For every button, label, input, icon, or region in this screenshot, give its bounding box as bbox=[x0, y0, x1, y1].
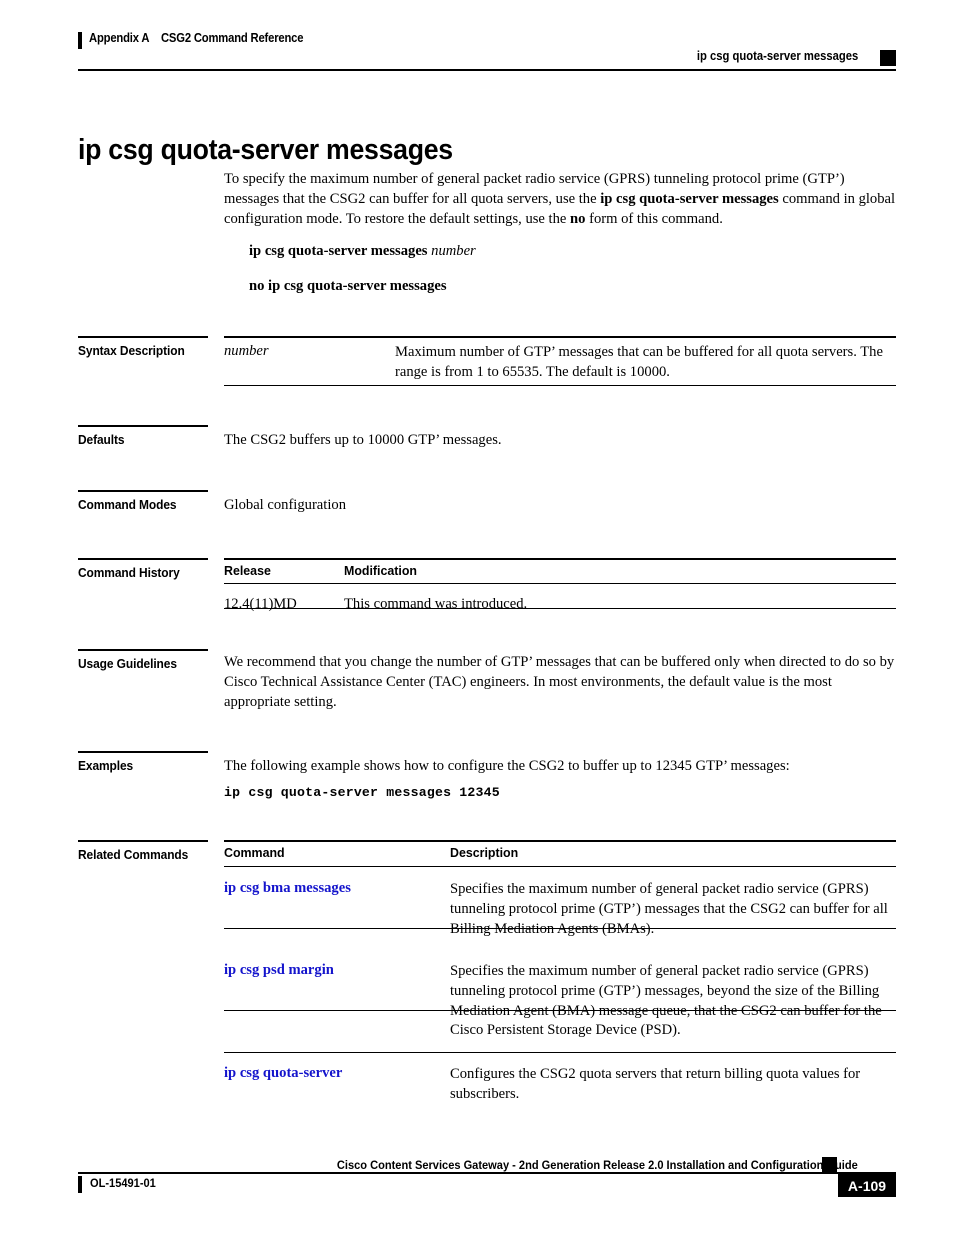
defaults-label-rule bbox=[78, 425, 208, 427]
section-label-command-history: Command History bbox=[78, 565, 180, 580]
footer-document-title: Cisco Content Services Gateway - 2nd Gen… bbox=[337, 1158, 858, 1172]
examples-label-rule bbox=[78, 751, 208, 753]
syntax-description-label-rule bbox=[78, 336, 208, 338]
usage-guidelines-label-rule bbox=[78, 649, 208, 651]
usage-guidelines-text: We recommend that you change the number … bbox=[224, 654, 895, 710]
command-history-header-rule bbox=[224, 583, 896, 585]
related-command-link-bma-messages[interactable]: ip csg bma messages bbox=[224, 880, 351, 896]
command-history-label-rule bbox=[78, 558, 208, 560]
header-chapter-label: CSG2 Command Reference bbox=[160, 31, 304, 45]
command-modes-label-rule bbox=[78, 490, 208, 492]
syntax-term: number bbox=[224, 343, 269, 359]
footer-divider-rule bbox=[78, 1172, 896, 1174]
syntax-statement: ip csg quota-server messages number bbox=[249, 243, 476, 260]
related-commands-table: Command Description ip csg bma messages … bbox=[224, 845, 896, 1105]
footer-page-number: A-109 bbox=[838, 1174, 896, 1197]
related-commands-row1-rule bbox=[224, 928, 896, 930]
section-label-related-commands: Related Commands bbox=[78, 847, 189, 862]
defaults-text: The CSG2 buffers up to 10000 GTP’ messag… bbox=[224, 432, 502, 448]
related-command-cell[interactable]: ip csg bma messages bbox=[224, 869, 450, 951]
command-history-modification-cell: This command was introduced. bbox=[344, 596, 528, 612]
examples-text: The following example shows how to confi… bbox=[224, 758, 790, 774]
syntax-command-text: ip csg quota-server messages bbox=[249, 243, 428, 259]
syntax-no-form: no ip csg quota-server messages bbox=[249, 278, 447, 294]
syntax-description-table: number Maximum number of GTP’ messages t… bbox=[224, 343, 896, 383]
header-marker-square-icon bbox=[880, 50, 896, 66]
related-commands-table-top-rule bbox=[224, 840, 896, 842]
table-row: 12.4(11)MD This command was introduced. bbox=[224, 586, 896, 615]
document-page: Appendix A CSG2 Command Reference ip csg … bbox=[0, 0, 954, 1235]
footer-accent-bar bbox=[78, 1176, 82, 1193]
command-modes-text: Global configuration bbox=[224, 497, 346, 513]
related-command-description-cell: Specifies the maximum number of general … bbox=[450, 963, 882, 1039]
intro-bold-command: ip csg quota-server messages bbox=[600, 190, 779, 207]
related-commands-label-rule bbox=[78, 840, 208, 842]
intro-bold-no: no bbox=[570, 210, 586, 227]
table-row: ip csg bma messages Specifies the maximu… bbox=[224, 869, 896, 951]
section-label-examples: Examples bbox=[78, 758, 134, 773]
related-command-cell[interactable]: ip csg psd margin bbox=[224, 951, 450, 1054]
syntax-description-table-bottom-rule bbox=[224, 385, 896, 387]
header-appendix-label: Appendix A bbox=[89, 31, 150, 45]
related-command-description-cell: Configures the CSG2 quota servers that r… bbox=[450, 1066, 861, 1102]
page-title: ip csg quota-server messages bbox=[78, 134, 453, 167]
syntax-argument-text: number bbox=[431, 243, 476, 259]
syntax-description-cell: Maximum number of GTP’ messages that can… bbox=[395, 343, 896, 383]
footer-marker-square-icon bbox=[822, 1157, 837, 1172]
syntax-term-cell: number bbox=[224, 343, 395, 383]
related-command-cell[interactable]: ip csg quota-server bbox=[224, 1054, 450, 1105]
command-history-release-cell: 12.4(11)MD bbox=[224, 596, 297, 612]
intro-text-part3: form of this command. bbox=[585, 210, 723, 227]
command-history-table-bottom-rule bbox=[224, 608, 896, 610]
section-label-syntax-description: Syntax Description bbox=[78, 343, 185, 358]
header-accent-bar bbox=[78, 32, 82, 49]
command-history-table-top-rule bbox=[224, 558, 896, 560]
table-row: number Maximum number of GTP’ messages t… bbox=[224, 343, 896, 383]
syntax-description-table-top-rule bbox=[224, 336, 896, 338]
header-breadcrumb: Appendix A CSG2 Command Reference bbox=[89, 31, 304, 45]
related-commands-row2-rule bbox=[224, 1010, 896, 1012]
related-commands-header-rule bbox=[224, 866, 896, 868]
example-code-line: ip csg quota-server messages 12345 bbox=[224, 785, 500, 800]
header-divider-rule bbox=[78, 69, 896, 71]
related-command-link-quota-server[interactable]: ip csg quota-server bbox=[224, 1065, 342, 1081]
footer-document-id: OL-15491-01 bbox=[90, 1176, 156, 1190]
section-label-command-modes: Command Modes bbox=[78, 497, 177, 512]
table-row: ip csg quota-server Configures the CSG2 … bbox=[224, 1054, 896, 1105]
command-introduction: To specify the maximum number of general… bbox=[224, 170, 896, 229]
header-running-command: ip csg quota-server messages bbox=[696, 49, 858, 63]
syntax-description-text: Maximum number of GTP’ messages that can… bbox=[395, 344, 883, 380]
related-command-description-cell: Specifies the maximum number of general … bbox=[450, 881, 888, 937]
related-commands-table-bottom-rule bbox=[224, 1052, 896, 1054]
section-label-usage-guidelines: Usage Guidelines bbox=[78, 656, 177, 671]
table-row: ip csg psd margin Specifies the maximum … bbox=[224, 951, 896, 1054]
related-command-link-psd-margin[interactable]: ip csg psd margin bbox=[224, 962, 334, 978]
section-label-defaults: Defaults bbox=[78, 432, 125, 447]
